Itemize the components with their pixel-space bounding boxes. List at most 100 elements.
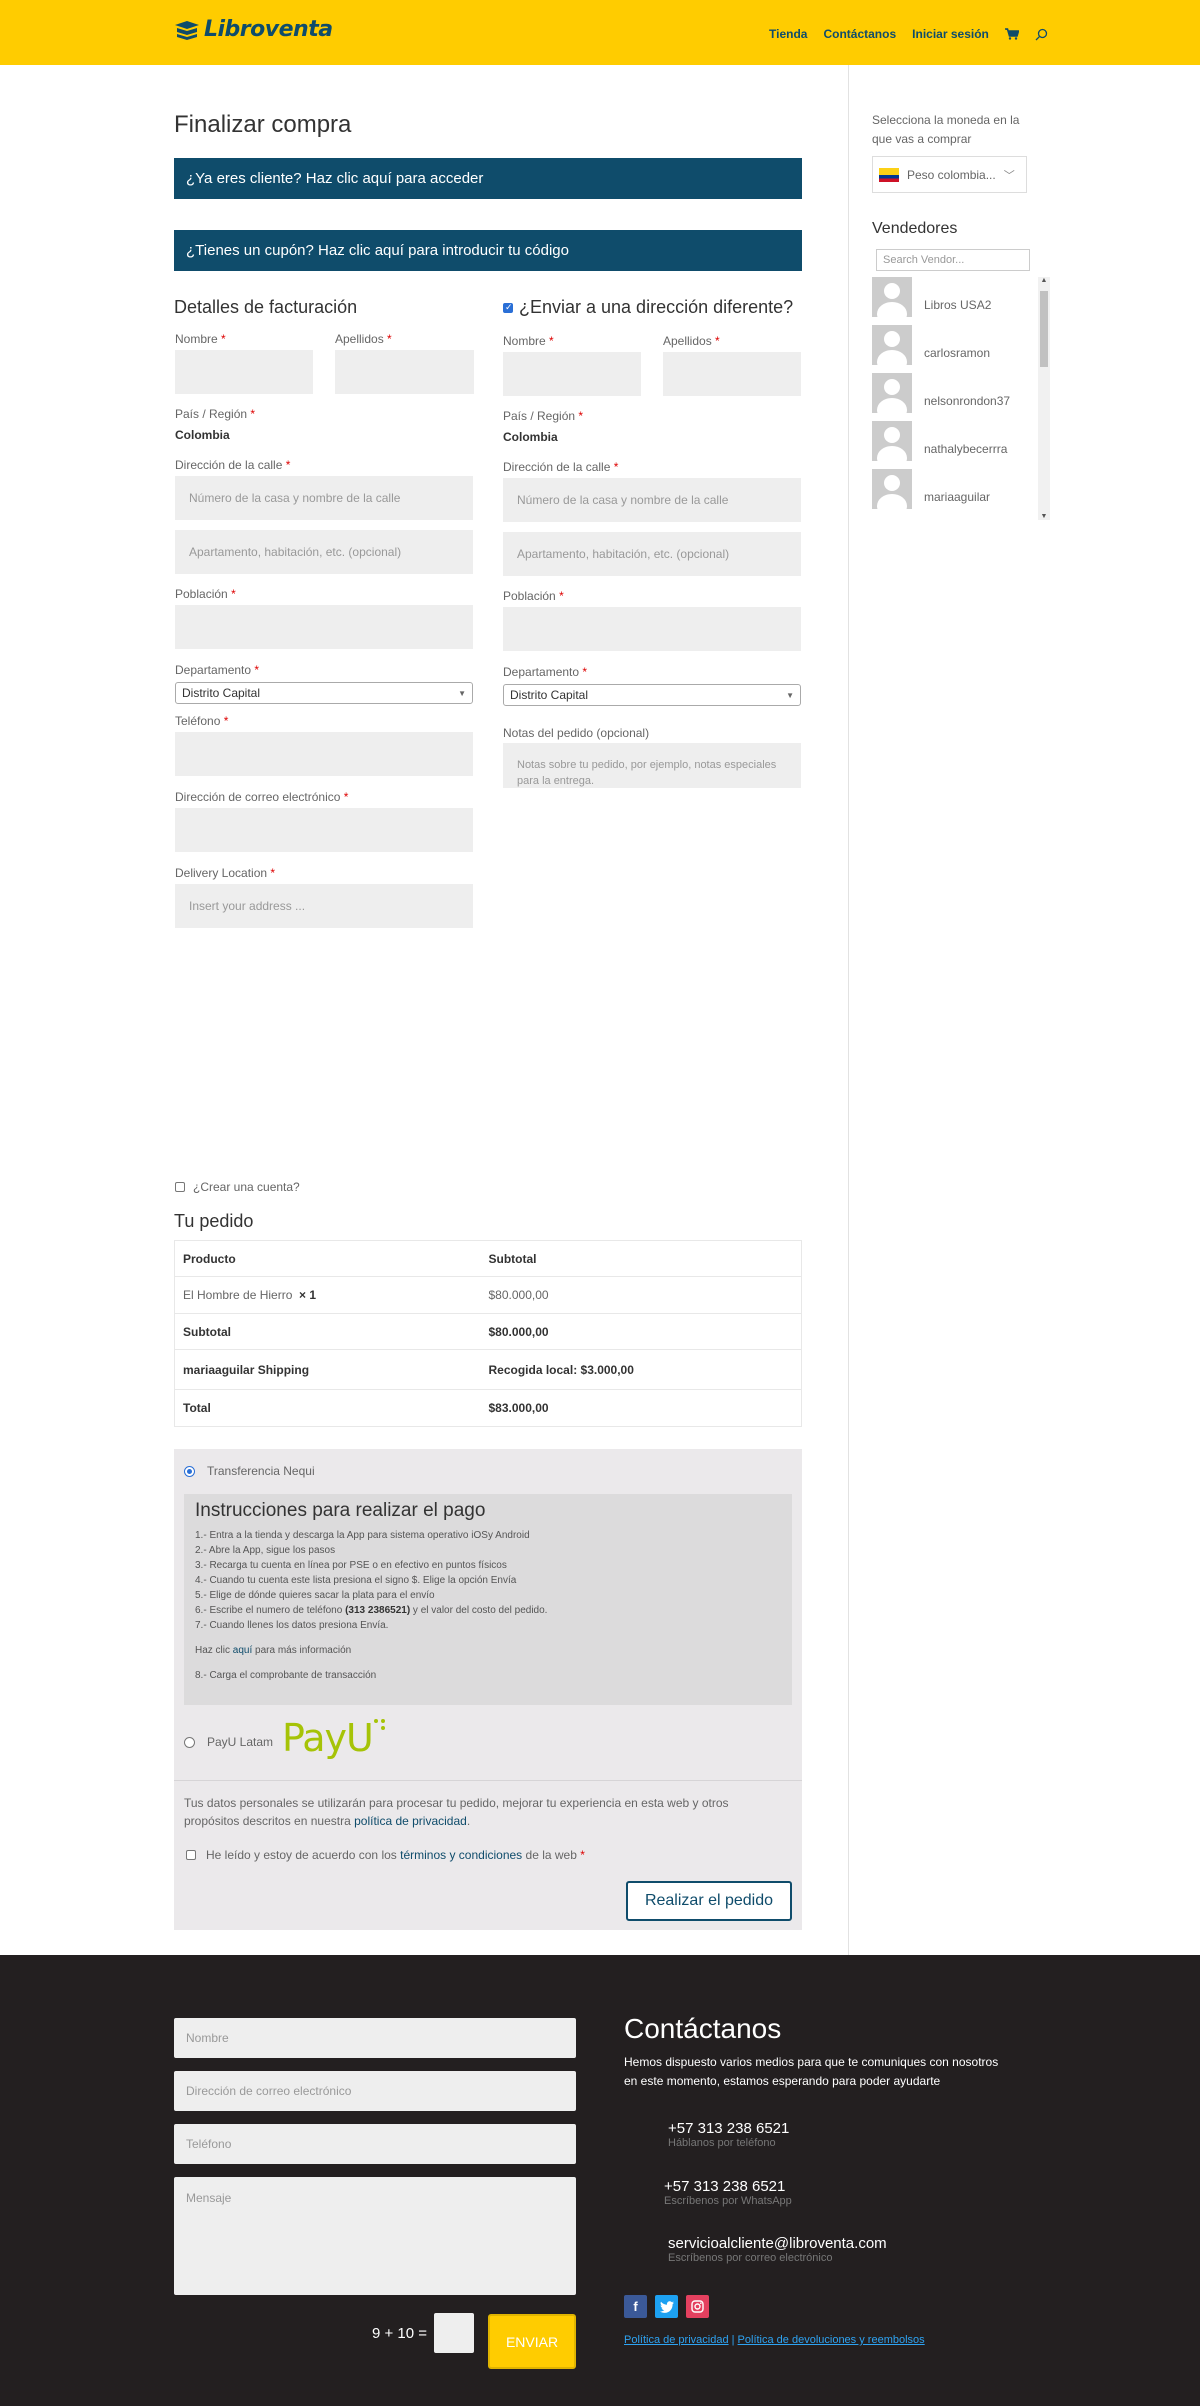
currency-select[interactable]: Peso colombia... ﹀ — [872, 156, 1027, 193]
table-row: Total $83.000,00 — [174, 1389, 802, 1427]
whatsapp-number[interactable]: +57 313 238 6521 — [664, 2178, 792, 2195]
email-contact[interactable]: servicioalcliente@libroventa.com Escríbe… — [668, 2235, 887, 2264]
footer-privacy-link[interactable]: Política de privacidad — [624, 2334, 729, 2346]
shipping-first-name-label: Nombre * — [503, 334, 554, 348]
vendor-item[interactable]: mariaaguilar — [872, 469, 990, 509]
nav-tienda[interactable]: Tienda — [769, 27, 807, 41]
vendor-name: nelsonrondon37 — [924, 394, 1011, 408]
shipping-value: Recogida local: $3.000,00 — [480, 1349, 802, 1390]
logo[interactable]: Libroventa — [174, 17, 333, 42]
avatar — [872, 277, 912, 317]
create-account-toggle[interactable]: ¿Crear una cuenta? — [175, 1180, 300, 1194]
payu-dots-icon — [373, 1719, 385, 1730]
item-price: $80.000,00 — [480, 1276, 802, 1314]
payment-nequi-option[interactable]: Transferencia Nequi — [184, 1464, 315, 1478]
payment-payu-option[interactable]: PayU Latam — [184, 1735, 273, 1749]
shipping-street-input[interactable]: Número de la casa y nombre de la calle — [503, 478, 801, 522]
payu-radio[interactable] — [184, 1736, 195, 1748]
footer-link-separator: | — [731, 2334, 735, 2346]
cart-icon[interactable] — [1004, 28, 1019, 40]
terms-toggle[interactable]: He leído y estoy de acuerdo con los térm… — [186, 1848, 585, 1862]
brand-name: Libroventa — [204, 17, 333, 42]
shipping-state-select[interactable]: Distrito Capital ▼ — [503, 684, 801, 706]
captcha-input[interactable] — [434, 2313, 474, 2353]
delivery-location-label: Delivery Location * — [175, 866, 276, 880]
shipping-country-value: Colombia — [503, 430, 558, 444]
ship-different-checkbox[interactable] — [503, 302, 513, 313]
vendor-scrollbar-thumb[interactable] — [1040, 291, 1048, 367]
currency-label: Selecciona la moneda en la que vas a com… — [872, 113, 1020, 146]
billing-last-name-input[interactable] — [335, 350, 474, 394]
site-footer: Nombre Dirección de correo electrónico T… — [0, 1955, 1200, 2406]
nequi-radio[interactable] — [184, 1465, 195, 1477]
vendor-item[interactable]: nathalybecerrra — [872, 421, 1007, 461]
order-notes-textarea[interactable]: Notas sobre tu pedido, por ejemplo, nota… — [503, 743, 801, 788]
create-account-label: ¿Crear una cuenta? — [193, 1180, 300, 1194]
book-logo-icon — [175, 20, 199, 40]
twitter-icon[interactable] — [655, 2295, 678, 2318]
shipping-first-name-input[interactable] — [503, 352, 641, 396]
step-3: 3.- Recarga tu cuenta en línea por PSE o… — [195, 1560, 507, 1571]
instagram-icon[interactable] — [686, 2295, 709, 2318]
terms-link[interactable]: términos y condiciones — [400, 1848, 522, 1862]
phone-contact[interactable]: +57 313 238 6521 Háblanos por teléfono — [668, 2120, 789, 2149]
phone-subtitle: Háblanos por teléfono — [668, 2137, 776, 2149]
create-account-checkbox[interactable] — [175, 1182, 185, 1192]
vendor-search-input[interactable]: Search Vendor... — [876, 249, 1030, 271]
place-order-button[interactable]: Realizar el pedido — [626, 1881, 792, 1921]
total-label: Total — [174, 1389, 481, 1427]
login-notice[interactable]: ¿Ya eres cliente? Haz clic aquí para acc… — [174, 158, 802, 199]
billing-state-select[interactable]: Distrito Capital ▼ — [175, 682, 473, 704]
ship-different-toggle[interactable]: ¿Enviar a una dirección diferente? — [503, 297, 793, 318]
more-info-link[interactable]: aquí — [233, 1645, 252, 1656]
whatsapp-contact[interactable]: +57 313 238 6521 Escríbenos por WhatsApp — [664, 2178, 792, 2207]
nav-contactanos[interactable]: Contáctanos — [823, 27, 896, 41]
facebook-icon[interactable]: f — [624, 2295, 647, 2318]
terms-checkbox[interactable] — [186, 1850, 196, 1860]
footer-refund-link[interactable]: Política de devoluciones y reembolsos — [738, 2334, 925, 2346]
vendor-name: Libros USA2 — [924, 298, 992, 312]
table-row: Producto Subtotal — [174, 1240, 802, 1277]
col-subtotal-header: Subtotal — [480, 1240, 802, 1277]
coupon-notice[interactable]: ¿Tienes un cupón? Haz clic aquí para int… — [174, 230, 802, 271]
billing-email-input[interactable] — [175, 808, 473, 852]
vendor-item[interactable]: carlosramon — [872, 325, 990, 365]
search-icon[interactable] — [1035, 28, 1048, 41]
contact-name-input[interactable]: Nombre — [174, 2018, 576, 2058]
email-subtitle: Escríbenos por correo electrónico — [668, 2252, 833, 2264]
billing-first-name-input[interactable] — [175, 350, 313, 394]
billing-state-value: Distrito Capital — [182, 686, 261, 700]
contact-email-input[interactable]: Dirección de correo electrónico — [174, 2071, 576, 2111]
contact-submit-button[interactable]: ENVIAR — [488, 2314, 576, 2369]
billing-street-input[interactable]: Número de la casa y nombre de la calle — [175, 476, 473, 520]
vendor-item[interactable]: nelsonrondon37 — [872, 373, 1010, 413]
terms-label: He leído y estoy de acuerdo con los térm… — [206, 1848, 585, 1862]
shipping-street-label: Dirección de la calle * — [503, 460, 619, 474]
phone-number[interactable]: +57 313 238 6521 — [668, 2120, 789, 2137]
payu-logo: PayU — [282, 1716, 387, 1760]
shipping-city-input[interactable] — [503, 607, 801, 651]
captcha-question: 9 + 10 = — [372, 2325, 428, 2342]
billing-apartment-input[interactable]: Apartamento, habitación, etc. (opcional) — [175, 530, 473, 574]
shipping-apartment-input[interactable]: Apartamento, habitación, etc. (opcional) — [503, 532, 801, 576]
social-links: f — [624, 2295, 709, 2318]
scroll-up-icon[interactable]: ▲ — [1038, 277, 1050, 284]
shipping-label: mariaaguilar Shipping — [174, 1349, 481, 1390]
email-address[interactable]: servicioalcliente@libroventa.com — [668, 2235, 887, 2252]
vendor-scrollbar[interactable]: ▲ ▼ — [1038, 277, 1050, 520]
billing-title: Detalles de facturación — [174, 297, 358, 317]
delivery-location-input[interactable]: Insert your address ... — [175, 884, 473, 928]
currency-value: Peso colombia... — [907, 167, 996, 182]
scroll-down-icon[interactable]: ▼ — [1038, 513, 1050, 520]
order-notes-label: Notas del pedido (opcional) — [503, 726, 650, 740]
billing-phone-input[interactable] — [175, 732, 473, 776]
contact-phone-input[interactable]: Teléfono — [174, 2124, 576, 2164]
privacy-policy-link[interactable]: política de privacidad — [354, 1814, 467, 1828]
nav-iniciar-sesion[interactable]: Iniciar sesión — [912, 27, 989, 41]
subtotal-label: Subtotal — [174, 1313, 481, 1350]
shipping-city-label: Población * — [503, 589, 564, 603]
vendor-item[interactable]: Libros USA2 — [872, 277, 991, 317]
shipping-last-name-input[interactable] — [663, 352, 801, 396]
contact-message-textarea[interactable]: Mensaje — [174, 2177, 576, 2295]
billing-city-input[interactable] — [175, 605, 473, 649]
